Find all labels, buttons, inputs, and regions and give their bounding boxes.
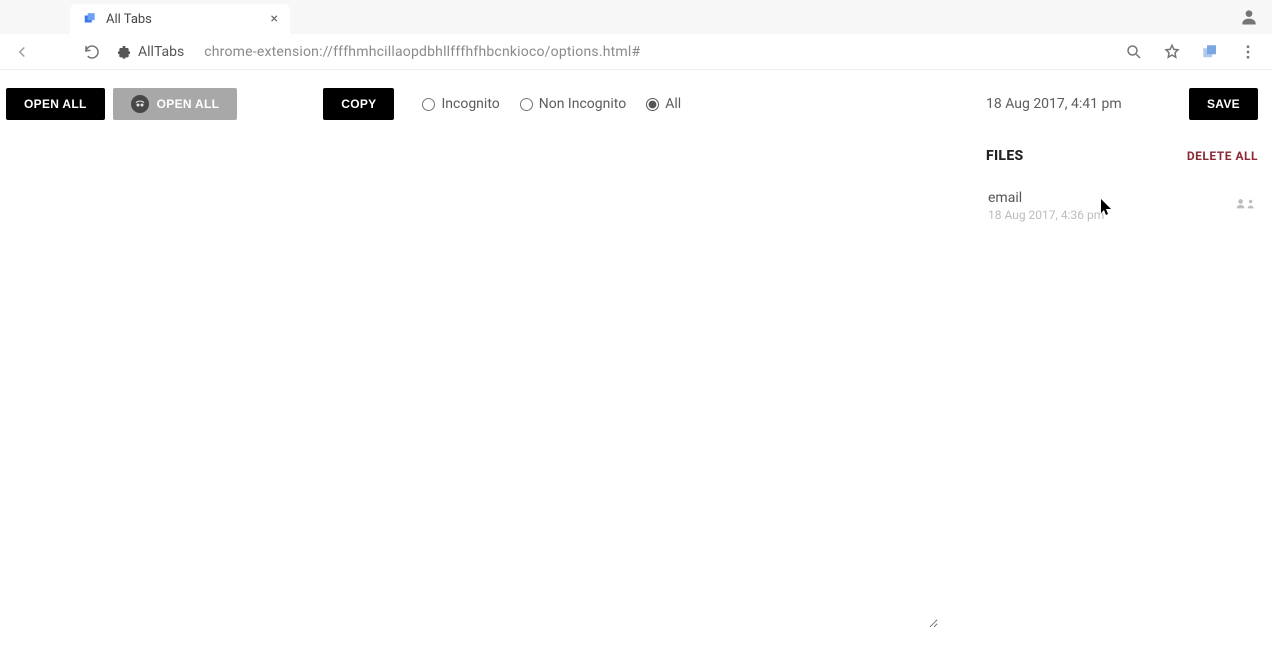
radio-non-incognito-label: Non Incognito bbox=[539, 96, 626, 112]
back-icon[interactable] bbox=[12, 42, 32, 62]
files-header: FILES bbox=[986, 148, 1023, 164]
tab-strip: All Tabs × bbox=[0, 0, 1272, 34]
copy-button[interactable]: COPY bbox=[323, 88, 394, 120]
file-name: email bbox=[988, 190, 1104, 206]
filter-radios: Incognito Non Incognito All bbox=[422, 96, 681, 112]
open-all-incognito-button[interactable]: OPEN ALL bbox=[113, 88, 238, 120]
zoom-icon[interactable] bbox=[1124, 42, 1144, 62]
files-header-row: FILES DELETE ALL bbox=[986, 148, 1258, 164]
save-row: 18 Aug 2017, 4:41 pm SAVE bbox=[986, 88, 1258, 120]
reload-icon[interactable] bbox=[82, 42, 102, 62]
radio-all-label: All bbox=[665, 96, 681, 112]
open-all-label: OPEN ALL bbox=[24, 97, 87, 111]
file-item[interactable]: email 18 Aug 2017, 4:36 pm bbox=[986, 186, 1258, 226]
save-label: SAVE bbox=[1207, 97, 1240, 111]
radio-all[interactable]: All bbox=[646, 96, 681, 112]
current-timestamp: 18 Aug 2017, 4:41 pm bbox=[986, 96, 1122, 112]
action-row: OPEN ALL OPEN ALL COPY Incognito Non bbox=[6, 88, 956, 120]
urls-textarea[interactable] bbox=[6, 128, 938, 628]
main-panel: OPEN ALL OPEN ALL COPY Incognito Non bbox=[0, 70, 972, 672]
radio-incognito[interactable]: Incognito bbox=[422, 96, 499, 112]
save-button[interactable]: SAVE bbox=[1189, 88, 1258, 120]
browser-toolbar: AllTabs chrome-extension://fffhmhcillaop… bbox=[0, 34, 1272, 70]
tab-title: All Tabs bbox=[106, 12, 152, 27]
browser-tab[interactable]: All Tabs × bbox=[70, 4, 290, 34]
menu-dots-icon[interactable] bbox=[1238, 42, 1258, 62]
file-timestamp: 18 Aug 2017, 4:36 pm bbox=[988, 208, 1104, 222]
radio-non-incognito[interactable]: Non Incognito bbox=[520, 96, 626, 112]
open-all-incognito-label: OPEN ALL bbox=[157, 97, 220, 111]
profile-icon[interactable] bbox=[1238, 6, 1260, 28]
extension-name: AllTabs bbox=[138, 44, 184, 60]
app-content: OPEN ALL OPEN ALL COPY Incognito Non bbox=[0, 70, 1272, 672]
tabs-icon[interactable] bbox=[1200, 42, 1220, 62]
open-all-button[interactable]: OPEN ALL bbox=[6, 88, 105, 120]
incognito-icon bbox=[131, 95, 149, 113]
delete-all-button[interactable]: DELETE ALL bbox=[1187, 149, 1258, 163]
sidebar: 18 Aug 2017, 4:41 pm SAVE FILES DELETE A… bbox=[972, 70, 1272, 672]
extension-chip: AllTabs bbox=[116, 44, 184, 60]
tab-favicon-icon bbox=[82, 11, 98, 27]
file-type-icon bbox=[1236, 196, 1256, 210]
extension-icon bbox=[116, 44, 132, 60]
close-tab-icon[interactable]: × bbox=[271, 11, 278, 27]
radio-incognito-label: Incognito bbox=[441, 96, 499, 112]
copy-label: COPY bbox=[341, 97, 376, 111]
star-icon[interactable] bbox=[1162, 42, 1182, 62]
address-bar-url[interactable]: chrome-extension://fffhmhcillaopdbhllfff… bbox=[204, 44, 640, 60]
